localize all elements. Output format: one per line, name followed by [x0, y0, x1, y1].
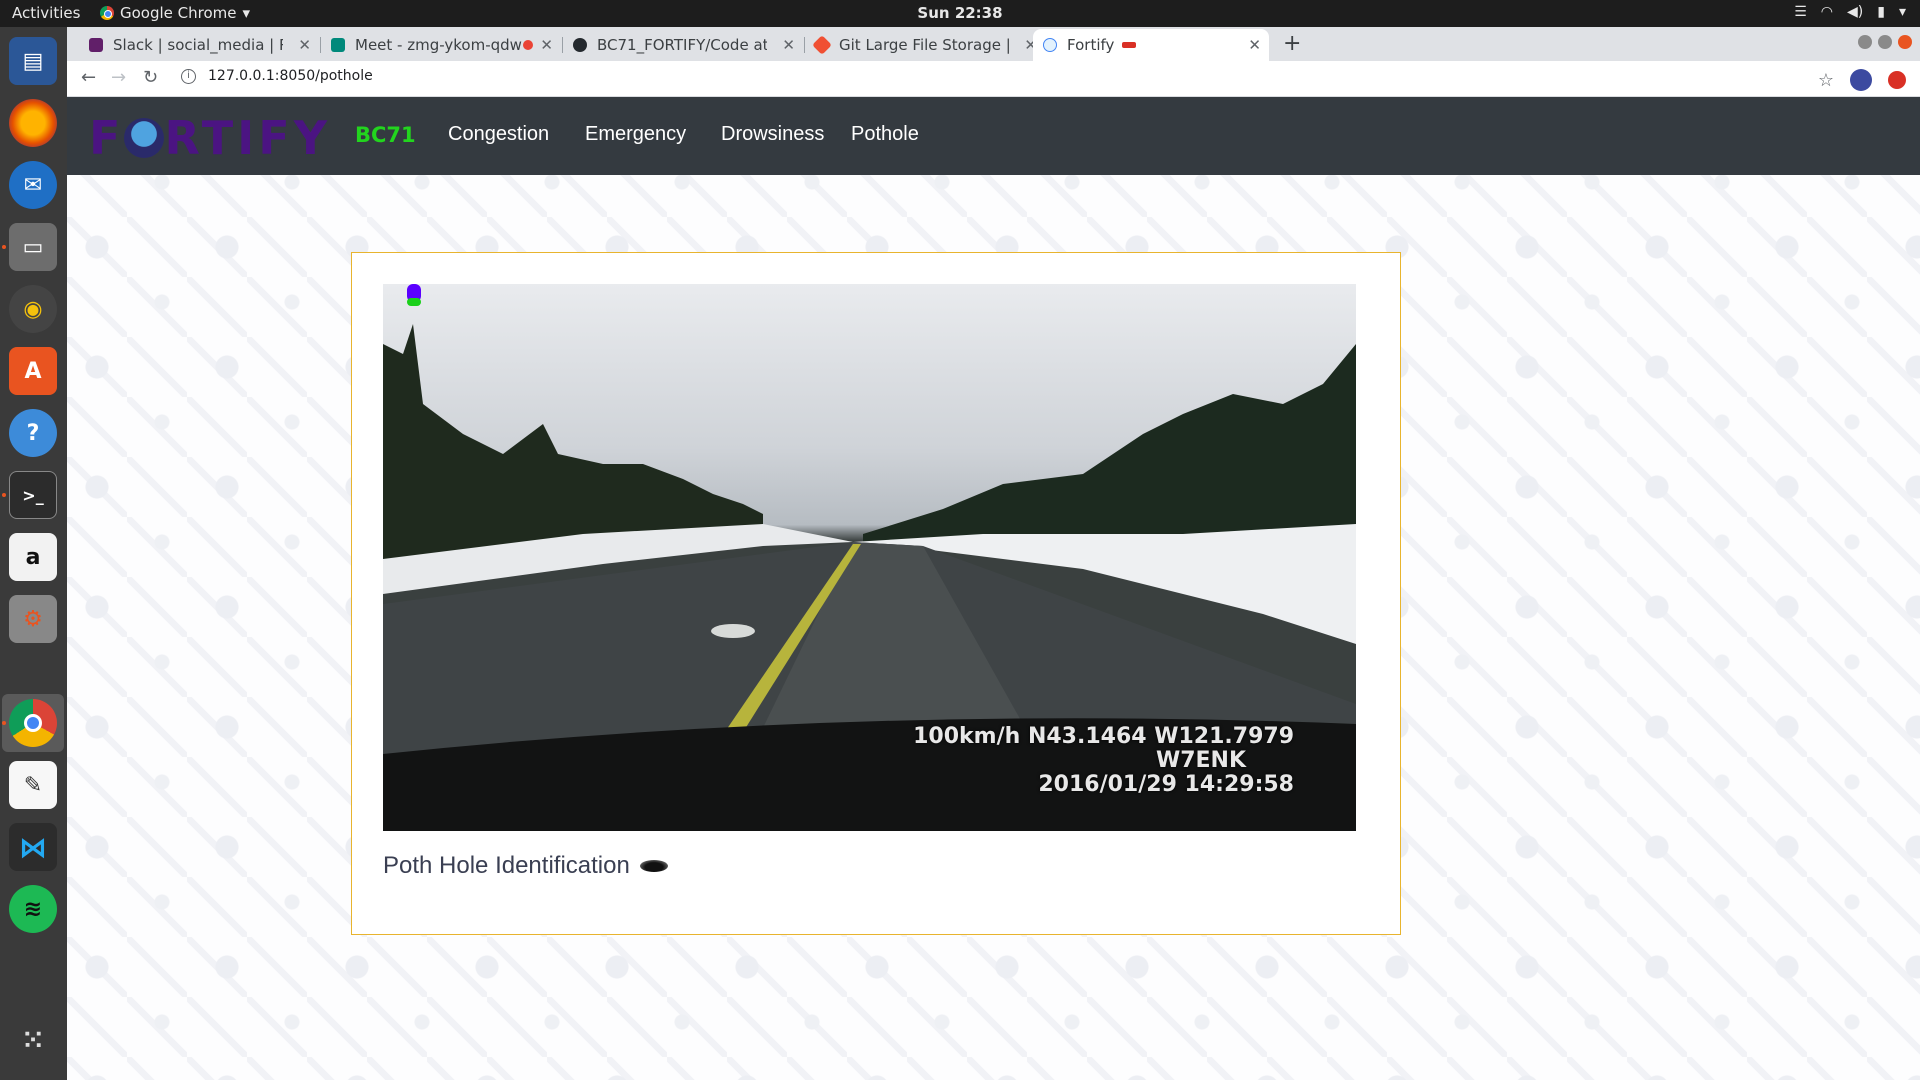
nav-drowsiness[interactable]: Drowsiness [721, 123, 824, 146]
caption-text: Poth Hole Identification [383, 852, 630, 879]
back-button[interactable]: ← [81, 67, 96, 88]
datetime-overlay: 2016/01/29 14:29:58 [1038, 772, 1294, 797]
firefox-icon[interactable] [9, 99, 57, 147]
info-icon[interactable]: i [181, 68, 196, 84]
close-icon[interactable]: ✕ [1248, 36, 1261, 54]
toolbar-right: ☆ [1818, 69, 1906, 91]
close-icon[interactable]: ✕ [298, 36, 311, 54]
dashcam-video[interactable]: 100km/h N43.1464 W121.7979 W7ENK 2016/01… [383, 284, 1356, 831]
help-icon[interactable]: ? [9, 409, 57, 457]
volume-icon: ◀) [1847, 4, 1864, 20]
activities-button[interactable]: Activities [12, 4, 80, 22]
browser-toolbar: ← → ↻ i 127.0.0.1:8050/pothole ☆ [67, 61, 1920, 97]
chevron-down-icon: ▾ [1898, 4, 1906, 20]
close-icon[interactable]: ✕ [782, 36, 795, 54]
keyboard-icon: ☰ [1794, 4, 1807, 20]
tab-fortify[interactable]: Fortify ✕ [1033, 29, 1269, 61]
profile-avatar[interactable] [1850, 69, 1872, 91]
tab-github[interactable]: BC71_FORTIFY/Code at m ✕ [563, 29, 803, 61]
logo-cloud-icon [124, 118, 165, 158]
tab-title: BC71_FORTIFY/Code at m [597, 36, 767, 54]
tab-meet[interactable]: Meet - zmg-ykom-qdw ✕ [321, 29, 561, 61]
page-content: F RTIFY BC71 Congestion Emergency Drowsin… [67, 97, 1920, 1080]
window-controls [1858, 35, 1912, 49]
thunderbird-icon[interactable]: ✉ [9, 161, 57, 209]
car-icon [1122, 42, 1137, 48]
extension-icon[interactable] [1888, 71, 1906, 89]
logo-letter: F [89, 111, 125, 165]
amazon-icon[interactable]: a [9, 533, 57, 581]
nav-congestion[interactable]: Congestion [448, 123, 549, 146]
nav-pothole[interactable]: Pothole [851, 123, 919, 146]
brand-label[interactable]: BC71 [355, 123, 416, 147]
wifi-icon: ◠ [1820, 4, 1834, 20]
pothole-caption: Poth Hole Identification [383, 852, 668, 880]
spotify-icon[interactable]: ≋ [9, 885, 57, 933]
address-bar[interactable]: i 127.0.0.1:8050/pothole [181, 68, 373, 84]
tab-strip: Slack | social_media | RKG ✕ Meet - zmg-… [67, 27, 1920, 61]
app-menu-label: Google Chrome [120, 4, 237, 22]
pothole-mark [711, 624, 755, 638]
tab-slack[interactable]: Slack | social_media | RKG ✕ [79, 29, 319, 61]
reload-button[interactable]: ↻ [143, 67, 158, 88]
system-top-bar: Activities Google Chrome ▾ Sun 22:38 ☰ ◠… [0, 0, 1920, 27]
slack-icon [89, 38, 103, 52]
rhythmbox-icon[interactable]: ◉ [9, 285, 57, 333]
files-icon[interactable]: ▭ [9, 223, 57, 271]
fortify-logo[interactable]: F RTIFY [89, 111, 331, 165]
new-tab-button[interactable]: + [1283, 31, 1301, 56]
close-icon[interactable]: ✕ [540, 36, 553, 54]
minimize-button[interactable] [1858, 35, 1872, 49]
dock: ▤ ✉ ▭ ◉ A ? >_ a ⚙ ✎ ⋈ ≋ ⁙ [0, 27, 67, 1080]
nav-emergency[interactable]: Emergency [585, 123, 686, 146]
fortify-favicon-icon [1043, 38, 1057, 52]
writer-icon[interactable]: ▤ [9, 37, 57, 85]
chrome-window: Slack | social_media | RKG ✕ Meet - zmg-… [67, 27, 1920, 1080]
tab-git-lfs[interactable]: Git Large File Storage | Gi ✕ [805, 29, 1045, 61]
running-indicator [2, 493, 6, 497]
text-editor-icon[interactable]: ✎ [9, 761, 57, 809]
star-icon[interactable]: ☆ [1818, 70, 1834, 91]
logo-text: RTIFY [164, 111, 332, 165]
speed-gps-overlay: 100km/h N43.1464 W121.7979 [913, 724, 1294, 749]
running-indicator [2, 245, 6, 249]
close-window-button[interactable] [1898, 35, 1912, 49]
forward-button[interactable]: → [111, 67, 126, 88]
tab-title: Git Large File Storage | Gi [839, 36, 1009, 54]
github-icon [573, 38, 587, 52]
app-grid-icon[interactable]: ⁙ [9, 1017, 57, 1065]
url-text: 127.0.0.1:8050/pothole [208, 68, 373, 84]
app-menu[interactable]: Google Chrome ▾ [100, 4, 250, 22]
app-navbar: F RTIFY BC71 Congestion Emergency Drowsin… [67, 97, 1920, 175]
tab-title: Meet - zmg-ykom-qdw [355, 36, 522, 54]
software-center-icon[interactable]: A [9, 347, 57, 395]
git-icon [812, 35, 832, 55]
pothole-card: 100km/h N43.1464 W121.7979 W7ENK 2016/01… [351, 252, 1401, 935]
vscode-icon[interactable]: ⋈ [9, 823, 57, 871]
meet-icon [331, 38, 345, 52]
battery-icon: ▮ [1877, 4, 1885, 20]
settings-icon[interactable]: ⚙ [9, 595, 57, 643]
maximize-button[interactable] [1878, 35, 1892, 49]
tab-title: Slack | social_media | RKG [113, 36, 283, 54]
recording-icon [523, 40, 533, 50]
callsign-overlay: W7ENK [1155, 748, 1246, 773]
clock[interactable]: Sun 22:38 [917, 4, 1002, 22]
tab-title: Fortify [1067, 36, 1115, 54]
chrome-icon [100, 6, 114, 20]
running-indicator [2, 721, 6, 725]
terminal-icon[interactable]: >_ [9, 471, 57, 519]
chevron-down-icon: ▾ [242, 4, 251, 22]
chrome-dock-icon[interactable] [9, 699, 57, 747]
system-tray[interactable]: ☰ ◠ ◀) ▮ ▾ [1794, 4, 1906, 20]
pothole-icon [639, 860, 668, 872]
